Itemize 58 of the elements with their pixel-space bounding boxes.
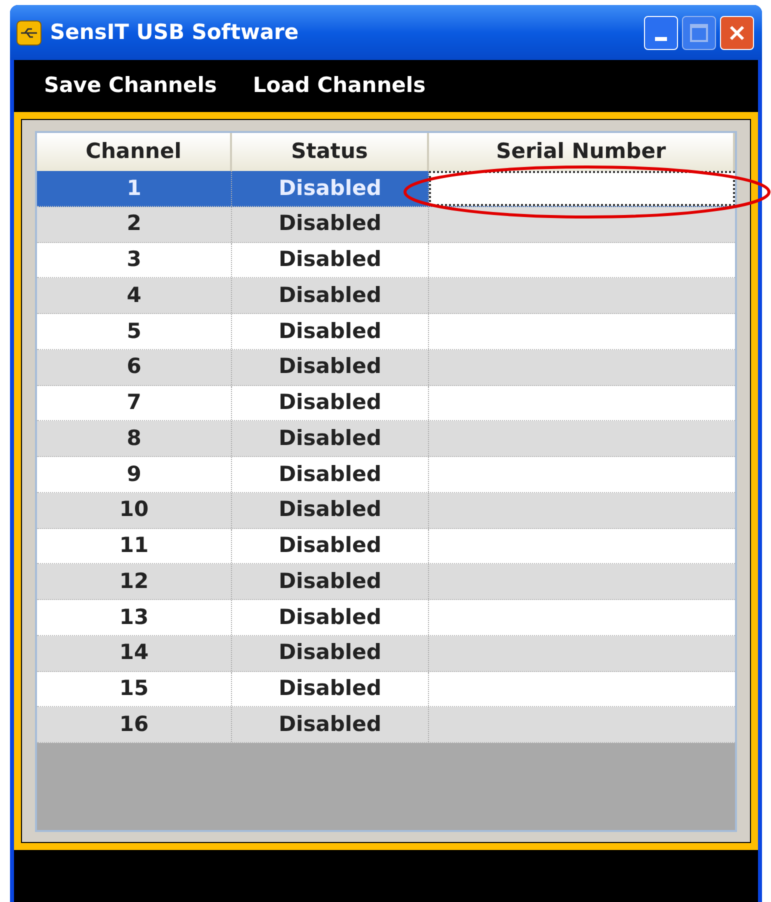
table-row[interactable]: 6 Disabled	[37, 350, 735, 386]
table-row[interactable]: 5 Disabled	[37, 314, 735, 350]
table-cell: 14	[37, 636, 232, 670]
table-row[interactable]: 1 Disabled	[37, 171, 735, 207]
table-cell: 7	[37, 386, 232, 420]
window-title: SensIT USB Software	[50, 18, 300, 46]
table-cell: 10	[37, 492, 232, 528]
serial-input-field[interactable]	[429, 171, 735, 206]
column-header[interactable]: Channel	[37, 133, 232, 171]
table-row[interactable]: 14 Disabled	[37, 636, 735, 672]
table-row[interactable]: 13 Disabled	[37, 600, 735, 636]
table-cell: Disabled	[232, 528, 429, 564]
table-cell: Disabled	[232, 457, 429, 492]
table-cell: 11	[37, 528, 232, 564]
table-cell: Disabled	[232, 242, 429, 278]
table-row[interactable]: 12 Disabled	[37, 564, 735, 600]
table-cell: 2	[37, 206, 232, 242]
table-cell: Disabled	[232, 672, 429, 706]
table-row[interactable]: 16 Disabled	[37, 707, 735, 743]
table-row[interactable]: 10 Disabled	[37, 492, 735, 528]
table-cell: Disabled	[232, 386, 429, 420]
table-row[interactable]: 8 Disabled	[37, 421, 735, 457]
table-row[interactable]: 3 Disabled	[37, 242, 735, 278]
table-cell: Disabled	[232, 707, 429, 742]
table-cell: Disabled	[232, 314, 429, 349]
menu-item[interactable]: Load Channels	[252, 70, 426, 102]
table-cell: 3	[37, 242, 232, 278]
table-cell: Disabled	[232, 350, 429, 384]
column-header[interactable]: Serial Number	[429, 133, 735, 171]
table-cell: 12	[37, 564, 232, 599]
minimize-button[interactable]	[644, 16, 678, 50]
usb-icon	[16, 20, 42, 46]
table-row[interactable]: 7 Disabled	[37, 386, 735, 422]
column-header[interactable]: Status	[232, 133, 429, 171]
table-cell: Disabled	[232, 492, 429, 528]
table-cell: 6	[37, 350, 232, 384]
table-cell: Disabled	[232, 206, 429, 242]
table-cell: 15	[37, 672, 232, 706]
close-icon	[728, 24, 746, 42]
table-row[interactable]: 2 Disabled	[37, 206, 735, 242]
table-row[interactable]: 9 Disabled	[37, 457, 735, 493]
table-row[interactable]: 15 Disabled	[37, 672, 735, 708]
table-cell: 9	[37, 457, 232, 492]
table-cell: Disabled	[232, 564, 429, 599]
table-cell: Disabled	[232, 278, 429, 313]
menu-item[interactable]: Save Channels	[44, 70, 217, 102]
table-cell: 5	[37, 314, 232, 349]
table-cell: 8	[37, 421, 232, 456]
table-row[interactable]: 4 Disabled	[37, 278, 735, 314]
table-row[interactable]: 11 Disabled	[37, 528, 735, 564]
table-cell: 1	[37, 171, 232, 206]
table-cell: Disabled	[232, 421, 429, 456]
table-cell: 4	[37, 278, 232, 313]
table-cell: Disabled	[232, 636, 429, 670]
table-cell: 16	[37, 707, 232, 742]
table-cell: 13	[37, 600, 232, 635]
close-button[interactable]	[720, 16, 754, 50]
table-cell: Disabled	[232, 600, 429, 635]
